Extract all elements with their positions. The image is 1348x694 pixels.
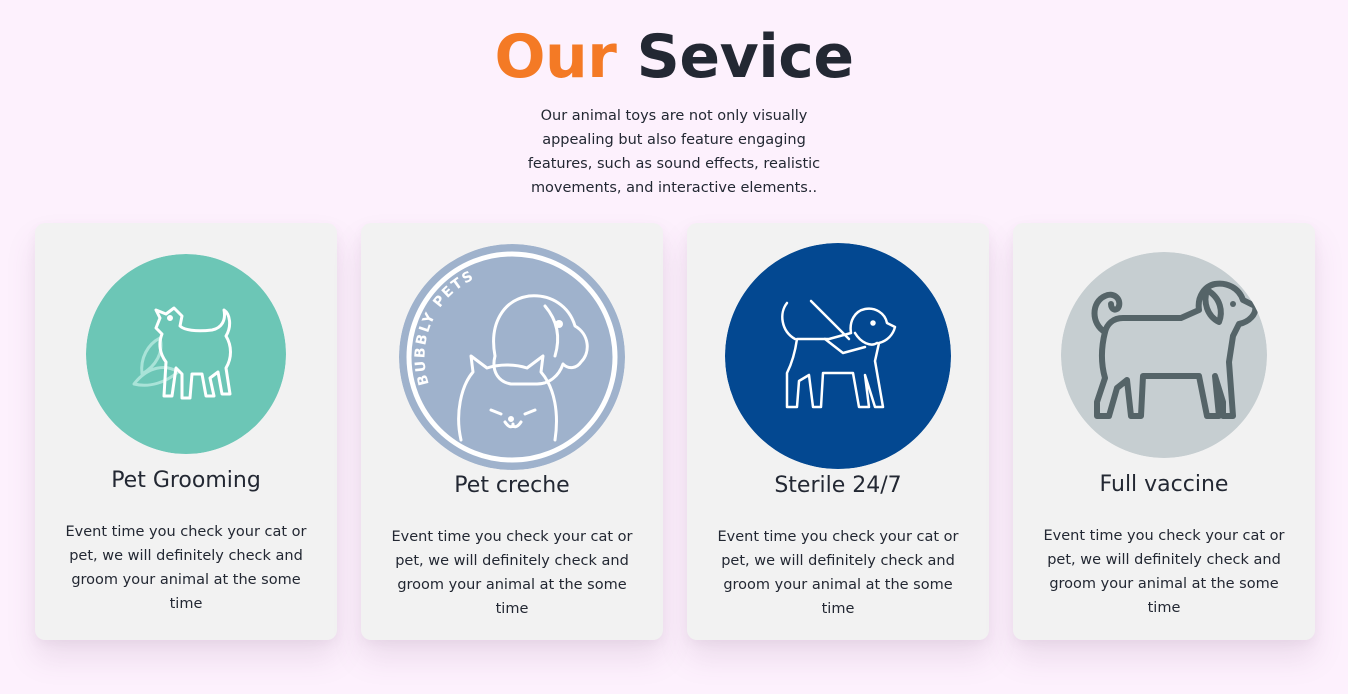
service-description: Event time you check your cat or pet, we… [65, 524, 307, 612]
guide-dog-icon [725, 243, 951, 469]
section-title-rest: Sevice [636, 22, 854, 92]
service-card-pet-grooming[interactable]: Pet Grooming Event time you check your c… [35, 223, 337, 640]
services-section: Our Sevice Our animal toys are not only … [0, 0, 1348, 694]
dog-leaf-icon [86, 254, 286, 454]
service-description: Event time you check your cat or pet, we… [1043, 528, 1285, 616]
service-card-pet-creche[interactable]: BUBBLY PETS Pet creche Event time you ch… [361, 223, 663, 640]
dog-outline-icon [1061, 252, 1267, 458]
bubbly-pets-logo: BUBBLY PETS [399, 244, 625, 470]
service-title: Full vaccine [1099, 472, 1229, 497]
service-title: Pet Grooming [111, 468, 261, 493]
service-card-sterile[interactable]: Sterile 24/7 Event time you check your c… [687, 223, 989, 640]
section-title-accent: Our [494, 22, 617, 92]
service-description: Event time you check your cat or pet, we… [717, 529, 959, 617]
service-description: Event time you check your cat or pet, we… [391, 529, 633, 617]
service-title: Sterile 24/7 [774, 473, 902, 498]
service-cards: Pet Grooming Event time you check your c… [35, 223, 1315, 640]
section-description: Our animal toys are not only visually ap… [527, 108, 821, 196]
service-card-full-vaccine[interactable]: Full vaccine Event time you check your c… [1013, 223, 1315, 640]
section-title: Our Sevice [0, 22, 1348, 92]
service-title: Pet creche [454, 473, 570, 498]
